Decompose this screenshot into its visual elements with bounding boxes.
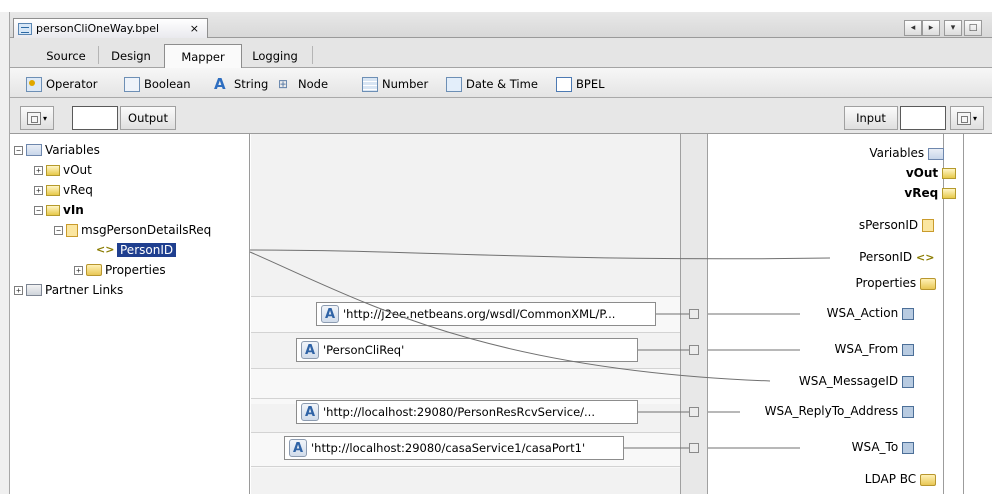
right-wsa-replyto[interactable]: WSA_ReplyTo_Address <box>730 404 914 418</box>
right-variables[interactable]: Variables <box>860 146 944 160</box>
property-icon <box>902 343 914 356</box>
folder-icon <box>920 277 936 290</box>
right-wsa-messageid[interactable]: WSA_MessageID <box>760 374 914 388</box>
right-vreq[interactable]: vReq <box>860 186 956 200</box>
tree-label: vOut <box>905 166 939 180</box>
right-wsa-from[interactable]: WSA_From <box>780 342 914 356</box>
property-icon <box>902 441 914 454</box>
tree-label: Variables <box>869 146 925 160</box>
tree-label: LDAP BC <box>864 472 917 486</box>
tree-label: PersonID <box>859 250 913 264</box>
right-wsa-to[interactable]: WSA_To <box>780 440 914 454</box>
variable-icon <box>942 188 956 199</box>
property-icon <box>902 405 914 418</box>
connection-port[interactable] <box>689 443 699 453</box>
element-icon: <> <box>916 250 935 264</box>
right-personid[interactable]: PersonID <> <box>800 250 934 264</box>
link-personid <box>249 249 831 260</box>
tree-label: Properties <box>855 276 917 290</box>
tree-label: WSA_Action <box>826 306 899 320</box>
variables-icon <box>928 147 944 160</box>
property-icon <box>902 375 914 388</box>
right-ldap-bc[interactable]: LDAP BC <box>800 472 936 486</box>
right-spersonid[interactable]: sPersonID <box>800 218 934 232</box>
connection-port[interactable] <box>689 407 699 417</box>
tree-label: WSA_From <box>834 342 899 356</box>
connection-port[interactable] <box>689 309 699 319</box>
tree-label: WSA_MessageID <box>798 374 899 388</box>
message-icon <box>922 219 934 232</box>
tree-label: WSA_To <box>851 440 899 454</box>
folder-icon <box>920 473 936 486</box>
tree-label: vReq <box>904 186 939 200</box>
tree-label: WSA_ReplyTo_Address <box>764 404 899 418</box>
variable-icon <box>942 168 956 179</box>
connection-port[interactable] <box>689 345 699 355</box>
right-vout[interactable]: vOut <box>860 166 956 180</box>
property-icon <box>902 307 914 320</box>
tree-label: sPersonID <box>858 218 919 232</box>
right-properties[interactable]: Properties <box>800 276 936 290</box>
mapping-links <box>249 249 831 449</box>
right-wsa-action[interactable]: WSA_Action <box>780 306 914 320</box>
